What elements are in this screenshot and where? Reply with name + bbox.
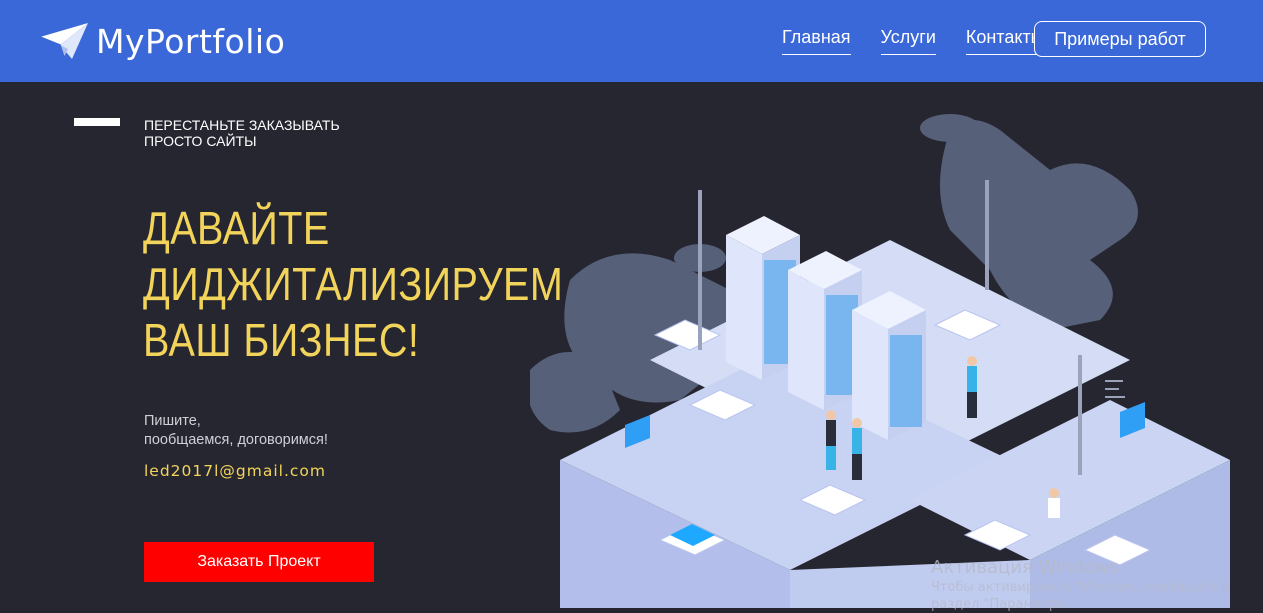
- isometric-data-center-illustration: [530, 114, 1230, 608]
- watermark-subtitle: Чтобы активировать Windows, перейдите в: [931, 580, 1230, 595]
- contact-prompt: Пишите, пообщаемся, договоримся!: [144, 412, 328, 450]
- logo-text: MyPortfolio: [96, 21, 286, 61]
- headline-line-3: ВАШ БИЗНЕС!: [143, 314, 420, 366]
- site-header: MyPortfolio Главная Услуги Контакты Прим…: [0, 0, 1263, 82]
- watermark-subtitle-2: раздел "Параметры".: [931, 597, 1078, 612]
- watermark-title: Активация Windows: [931, 557, 1119, 578]
- nav-link-contacts[interactable]: Контакты: [965, 27, 1044, 55]
- headline-line-2: ДИДЖИТАЛИЗИРУЕМ: [143, 258, 564, 310]
- tagline-dash: [74, 118, 120, 126]
- nav-link-services[interactable]: Услуги: [880, 27, 936, 55]
- logo[interactable]: MyPortfolio: [38, 16, 285, 66]
- order-project-button[interactable]: Заказать Проект: [144, 542, 374, 582]
- portfolio-examples-button[interactable]: Примеры работ: [1034, 21, 1206, 57]
- tagline-line-1: ПЕРЕСТАНЬТЕ ЗАКАЗЫВАТЬ: [144, 117, 340, 133]
- contact-email-link[interactable]: led2017l@gmail.com: [144, 462, 326, 480]
- nav-link-home[interactable]: Главная: [782, 27, 851, 55]
- windows-activation-watermark: Активация Windows Чтобы активировать Win…: [931, 557, 1229, 613]
- contact-prompt-line-1: Пишите,: [144, 413, 201, 429]
- main-nav: Главная Услуги Контакты: [782, 27, 1074, 55]
- contact-prompt-line-2: пообщаемся, договоримся!: [144, 432, 328, 448]
- tagline-line-2: ПРОСТО САЙТЫ: [144, 133, 257, 149]
- paper-plane-icon: [39, 23, 88, 59]
- headline-line-1: ДАВАЙТЕ: [143, 202, 330, 254]
- tagline: ПЕРЕСТАНЬТЕ ЗАКАЗЫВАТЬ ПРОСТО САЙТЫ: [144, 117, 340, 149]
- hero-headline: ДАВАЙТЕ ДИДЖИТАЛИЗИРУЕМ ВАШ БИЗНЕС!: [143, 200, 563, 368]
